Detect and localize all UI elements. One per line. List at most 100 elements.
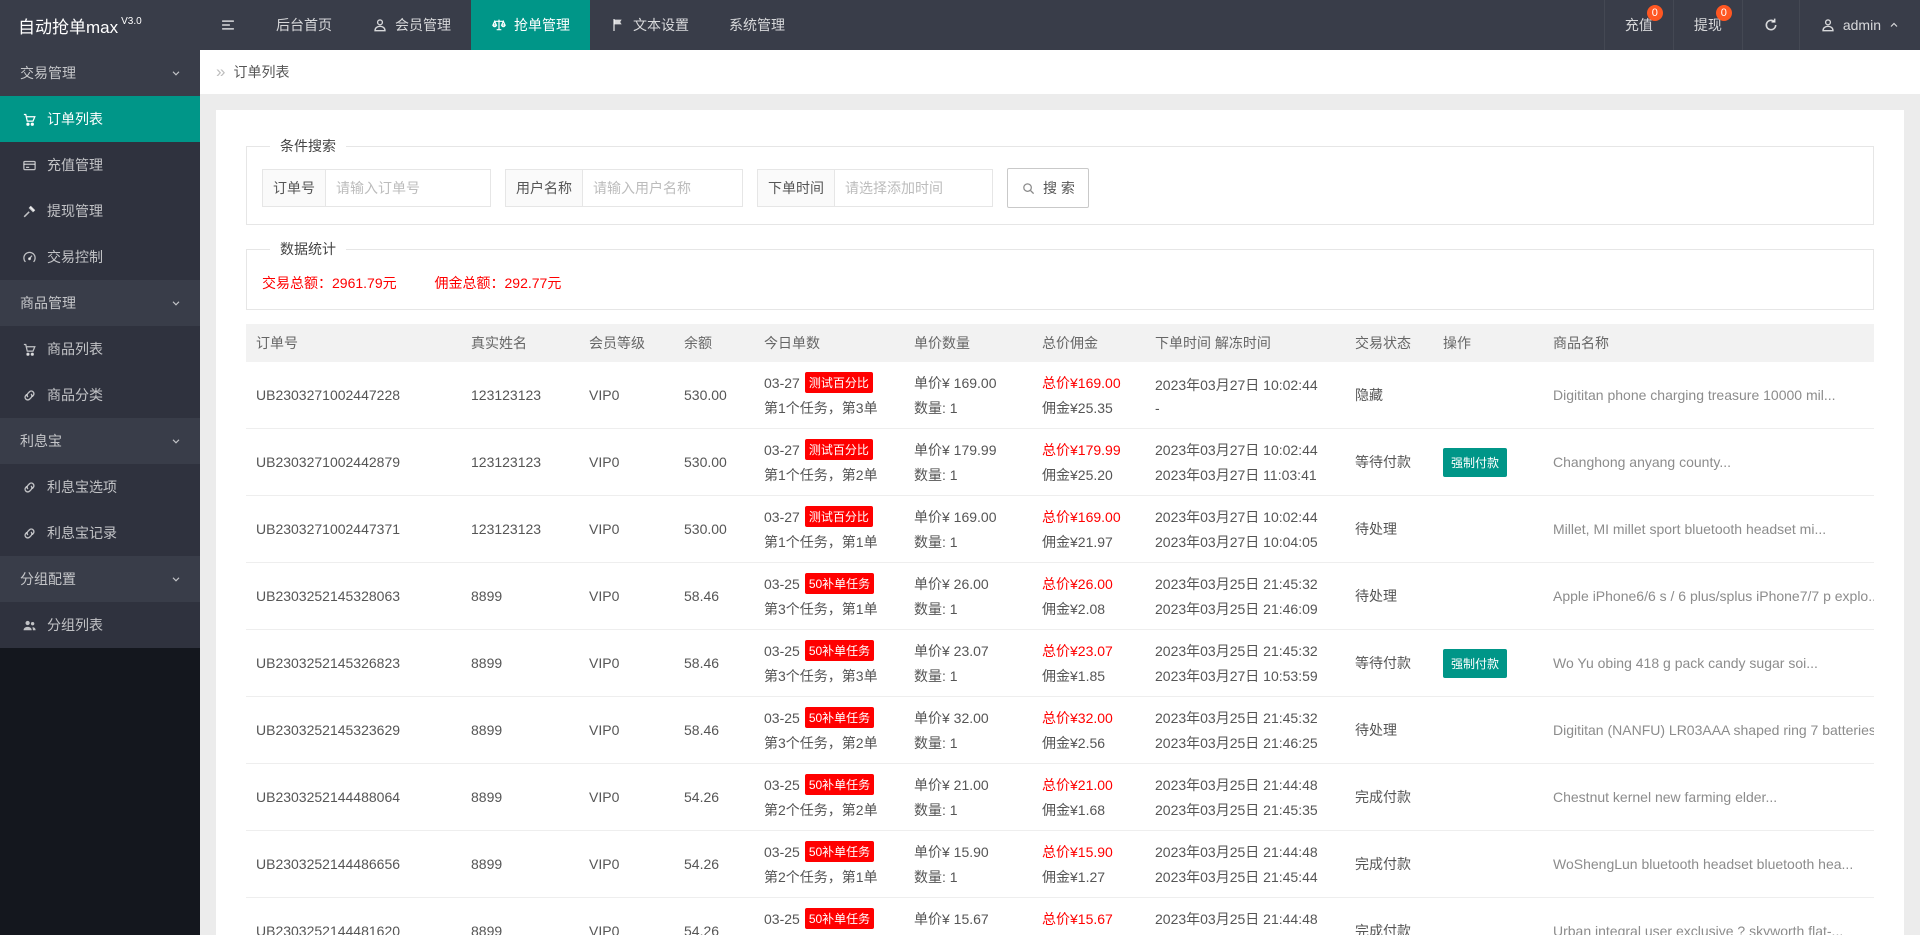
- time-cell: 2023年03月27日 10:02:44 -: [1145, 362, 1345, 429]
- product-name-cell: Chestnut kernel new farming elder...: [1543, 764, 1874, 831]
- action-cell: [1433, 697, 1543, 764]
- trade-status-cell: 待处理: [1345, 697, 1433, 764]
- trade-status-cell: 完成付款: [1345, 831, 1433, 898]
- refresh-icon: [1763, 17, 1779, 33]
- quantity: 数量: 1: [914, 398, 1022, 418]
- unfreeze-time: 2023年03月27日 10:04:05: [1155, 532, 1335, 552]
- table-row: UB23032521444880648899VIP054.2603-2550补单…: [246, 764, 1874, 831]
- sidebar-item-order-list[interactable]: 订单列表: [0, 96, 200, 142]
- sidebar-item-goods-list[interactable]: 商品列表: [0, 326, 200, 372]
- column-header: 订单号: [246, 324, 461, 362]
- sidebar-group-interest-treasure[interactable]: 利息宝: [0, 418, 200, 464]
- chevron-down-icon: [170, 297, 182, 309]
- sidebar-item-recharge-manage[interactable]: 充值管理: [0, 142, 200, 188]
- flag-icon: [610, 17, 626, 33]
- total-commission-cell: 总价¥26.00佣金¥2.08: [1032, 563, 1145, 630]
- member-level-cell: VIP0: [579, 362, 674, 429]
- link-icon: [22, 526, 37, 541]
- task-badge: 测试百分比: [805, 372, 873, 393]
- search-icon: [1021, 181, 1036, 196]
- nav-item-members[interactable]: 会员管理: [352, 0, 471, 50]
- table-row: UB23032521453280638899VIP058.4603-2550补单…: [246, 563, 1874, 630]
- order-time: 2023年03月27日 10:02:44: [1155, 375, 1335, 395]
- balance-cell: 530.00: [674, 496, 754, 563]
- quantity: 数量: 1: [914, 733, 1022, 753]
- action-cell: 强制付款: [1433, 429, 1543, 496]
- real-name-cell: 123123123: [461, 429, 579, 496]
- search-button[interactable]: 搜 索: [1007, 168, 1089, 208]
- unfreeze-time: -: [1155, 400, 1335, 416]
- task-progress: 第1个任务，第3单: [764, 398, 894, 418]
- order-time: 2023年03月25日 21:45:32: [1155, 641, 1335, 661]
- user-name-field: 用户名称: [505, 169, 743, 207]
- sidebar-group-goods-manage[interactable]: 商品管理: [0, 280, 200, 326]
- order-time-label: 下单时间: [757, 169, 835, 207]
- force-pay-button[interactable]: 强制付款: [1443, 649, 1507, 678]
- product-name-cell: WoShengLun bluetooth headset bluetooth h…: [1543, 831, 1874, 898]
- sidebar-item-trade-control[interactable]: 交易控制: [0, 234, 200, 280]
- commission: 佣金¥2.08: [1042, 599, 1135, 619]
- sidebar-group-group-config[interactable]: 分组配置: [0, 556, 200, 602]
- order-time-input[interactable]: [835, 169, 993, 207]
- daily-line-1: 03-27测试百分比: [764, 506, 894, 527]
- sidebar-item-withdraw-manage[interactable]: 提现管理: [0, 188, 200, 234]
- sidebar-group-trade-manage[interactable]: 交易管理: [0, 50, 200, 96]
- member-level-cell: VIP0: [579, 630, 674, 697]
- order-no-cell: UB2303271002447228: [246, 362, 461, 429]
- stats-fieldset: 数据统计 交易总额：2961.79元 佣金总额：292.77元: [246, 239, 1874, 310]
- table-row: UB2303271002447228123123123VIP0530.0003-…: [246, 362, 1874, 429]
- link-icon: [22, 388, 37, 403]
- sidebar-item-goods-category[interactable]: 商品分类: [0, 372, 200, 418]
- unfreeze-time: 2023年03月25日 21:45:44: [1155, 867, 1335, 887]
- order-no-cell: UB2303271002442879: [246, 429, 461, 496]
- nav-item-menu-toggle[interactable]: [200, 0, 256, 50]
- force-pay-button[interactable]: 强制付款: [1443, 448, 1507, 477]
- order-time: 2023年03月25日 21:44:48: [1155, 909, 1335, 929]
- order-no-cell: UB2303252144488064: [246, 764, 461, 831]
- time-cell: 2023年03月25日 21:45:322023年03月25日 21:46:25: [1145, 697, 1345, 764]
- nav-item-refresh[interactable]: [1742, 0, 1799, 50]
- daily-orders-cell: 03-2550补单任务第3个任务，第3单: [754, 630, 904, 697]
- hamburger-icon: [220, 17, 236, 33]
- chevron-down-icon: [170, 435, 182, 447]
- real-name-cell: 8899: [461, 831, 579, 898]
- nav-item-system[interactable]: 系统管理: [709, 0, 805, 50]
- product-name-cell: Millet, MI millet sport bluetooth headse…: [1543, 496, 1874, 563]
- column-header: 余额: [674, 324, 754, 362]
- nav-item-recharge[interactable]: 充值0: [1604, 0, 1673, 50]
- unit-price-cell: 单价¥ 179.99数量: 1: [904, 429, 1032, 496]
- sidebar-item-interest-options[interactable]: 利息宝选项: [0, 464, 200, 510]
- total-commission-cell: 总价¥179.99佣金¥25.20: [1032, 429, 1145, 496]
- nav-item-text-settings[interactable]: 文本设置: [590, 0, 709, 50]
- task-badge: 测试百分比: [805, 439, 873, 460]
- nav-item-order-grab[interactable]: 抢单管理: [471, 0, 590, 50]
- column-header: 单价数量: [904, 324, 1032, 362]
- task-progress: 第3个任务，第2单: [764, 733, 894, 753]
- column-header: 会员等级: [579, 324, 674, 362]
- daily-line-1: 03-2550补单任务: [764, 841, 894, 862]
- daily-date: 03-27: [764, 509, 800, 525]
- nav-item-label: 系统管理: [729, 15, 785, 35]
- real-name-cell: 8899: [461, 898, 579, 935]
- commission: 佣金¥21.97: [1042, 532, 1135, 552]
- order-no-input[interactable]: [326, 169, 491, 207]
- trade-status-cell: 等待付款: [1345, 630, 1433, 697]
- nav-item-label: 后台首页: [276, 15, 332, 35]
- total-commission-cell: 总价¥15.90佣金¥1.27: [1032, 831, 1145, 898]
- quantity: 数量: 1: [914, 599, 1022, 619]
- column-header: 今日单数: [754, 324, 904, 362]
- sidebar-item-interest-records[interactable]: 利息宝记录: [0, 510, 200, 556]
- nav-item-withdraw[interactable]: 提现0: [1673, 0, 1742, 50]
- search-legend: 条件搜索: [270, 136, 346, 156]
- nav-item-home[interactable]: 后台首页: [256, 0, 352, 50]
- nav-item-admin-user[interactable]: admin: [1799, 0, 1920, 50]
- order-time: 2023年03月27日 10:02:44: [1155, 507, 1335, 527]
- sidebar-item-group-list[interactable]: 分组列表: [0, 602, 200, 648]
- balance-cell: 530.00: [674, 429, 754, 496]
- column-header: 交易状态: [1345, 324, 1433, 362]
- time-cell: 2023年03月25日 21:45:322023年03月27日 10:53:59: [1145, 630, 1345, 697]
- daily-line-1: 03-27测试百分比: [764, 439, 894, 460]
- commission: 佣金¥25.35: [1042, 398, 1135, 418]
- total-commission-cell: 总价¥23.07佣金¥1.85: [1032, 630, 1145, 697]
- user-name-input[interactable]: [583, 169, 743, 207]
